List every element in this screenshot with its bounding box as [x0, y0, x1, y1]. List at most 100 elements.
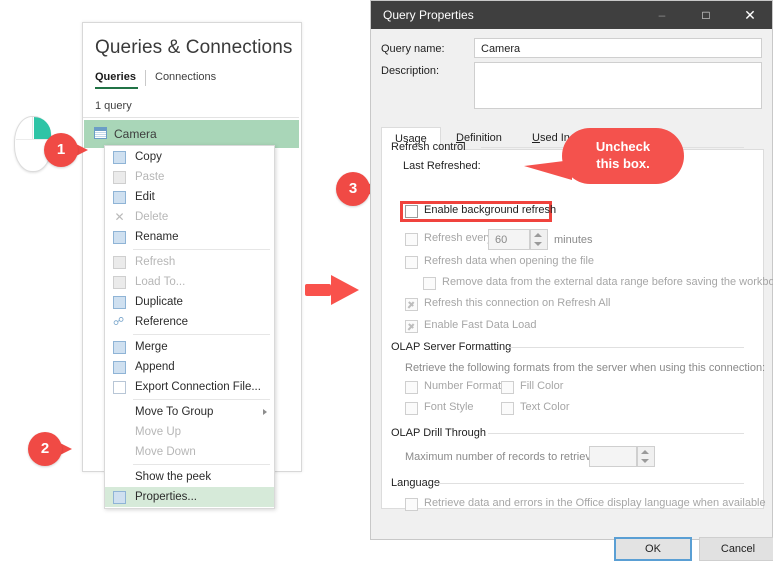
menu-item-delete: ✕ Delete [105, 207, 274, 227]
group-rule [488, 433, 744, 434]
text-color-label: Text Color [520, 401, 570, 413]
menu-separator [133, 249, 270, 250]
step-marker-2: 2 [28, 432, 72, 466]
menu-item-export-connection-file[interactable]: Export Connection File... [105, 377, 274, 397]
stepper-up-icon[interactable] [534, 233, 542, 237]
query-context-menu: Copy Paste Edit ✕ Delete Rename Refresh … [104, 145, 275, 509]
rename-icon [113, 231, 126, 244]
group-rule [508, 347, 744, 348]
tab-queries[interactable]: Queries [95, 71, 136, 83]
mouse-button-divider [32, 117, 33, 139]
query-name-input[interactable]: Camera [474, 38, 762, 58]
refresh-all-checkbox [405, 298, 418, 311]
fill-color-checkbox [501, 381, 514, 394]
text-color-checkbox [501, 402, 514, 415]
menu-item-label: Export Connection File... [135, 381, 261, 393]
menu-item-move-up: Move Up [105, 422, 274, 442]
menu-separator [133, 399, 270, 400]
menu-item-edit[interactable]: Edit [105, 187, 274, 207]
refresh-on-open-label: Refresh data when opening the file [424, 255, 595, 267]
dialog-title: Query Properties [383, 8, 474, 22]
merge-icon [113, 341, 126, 354]
step-number: 2 [40, 440, 50, 457]
fast-data-load-checkbox [405, 320, 418, 333]
red-right-arrow-icon [305, 275, 367, 305]
query-properties-dialog: Query Properties – □ ✕ Query name: Camer… [370, 0, 773, 561]
menu-item-append[interactable]: Append [105, 357, 274, 377]
close-button[interactable]: ✕ [728, 1, 772, 29]
menu-item-label: Refresh [135, 256, 176, 268]
menu-item-label: Rename [135, 231, 179, 243]
menu-separator [133, 464, 270, 465]
paste-icon [113, 171, 126, 184]
refresh-every-checkbox [405, 233, 418, 246]
refresh-interval-stepper[interactable] [530, 229, 548, 250]
delete-x-icon: ✕ [114, 210, 125, 224]
menu-separator [133, 334, 270, 335]
menu-item-label: Load To... [135, 276, 186, 288]
page-title: Queries & Connections [95, 37, 293, 58]
menu-item-label: Duplicate [135, 296, 183, 308]
refresh-interval-value: 60 [495, 234, 508, 246]
refresh-all-label: Refresh this connection on Refresh All [424, 297, 611, 309]
max-records-input[interactable] [589, 446, 637, 467]
menu-item-copy[interactable]: Copy [105, 147, 274, 167]
refresh-on-open-checkbox [405, 256, 418, 269]
dialog-body: Query name: Camera Description: Usage De… [371, 29, 773, 561]
max-records-stepper[interactable] [637, 446, 655, 467]
refresh-control-group-label: Refresh control [391, 141, 466, 153]
append-icon [113, 361, 126, 374]
ok-button[interactable]: OK [614, 537, 692, 561]
minimize-button: – [640, 1, 684, 29]
cancel-button[interactable]: Cancel [699, 537, 773, 561]
olap-formatting-description: Retrieve the following formats from the … [405, 362, 766, 374]
menu-item-rename[interactable]: Rename [105, 227, 274, 247]
duplicate-icon [113, 296, 126, 309]
enable-background-refresh-label: Enable background refresh [424, 204, 557, 216]
tab-connections[interactable]: Connections [155, 71, 216, 83]
step-number: 3 [348, 180, 358, 197]
stepper-down-icon[interactable] [641, 459, 649, 463]
olap-drill-group-label: OLAP Drill Through [391, 427, 486, 439]
menu-item-label: Delete [135, 211, 169, 223]
dialog-title-bar: Query Properties – □ ✕ [371, 1, 772, 29]
query-name-value: Camera [481, 43, 521, 55]
table-icon [94, 127, 107, 139]
menu-item-properties[interactable]: Properties... [105, 487, 274, 507]
menu-item-label: Move To Group [135, 406, 214, 418]
minimize-icon: – [658, 8, 666, 22]
fast-data-load-label: Enable Fast Data Load [424, 319, 537, 331]
fill-color-label: Fill Color [520, 380, 564, 392]
edit-icon [113, 191, 126, 204]
tab-definition-label: efinition [463, 132, 502, 144]
query-name-label: Query name: [381, 43, 445, 55]
max-records-label: Maximum number of records to retrieve: [405, 451, 601, 463]
enable-background-refresh-checkbox[interactable] [405, 205, 418, 218]
group-rule [433, 483, 744, 484]
callout-line-2: this box. [596, 156, 650, 171]
reference-icon: ☍ [113, 316, 125, 328]
queries-pane-tabs: Queries Connections [95, 70, 291, 93]
menu-item-refresh: Refresh [105, 252, 274, 272]
menu-item-label: Properties... [135, 491, 197, 503]
menu-item-duplicate[interactable]: Duplicate [105, 292, 274, 312]
menu-item-show-the-peek[interactable]: Show the peek [105, 467, 274, 487]
tab-divider [145, 70, 146, 86]
close-icon: ✕ [744, 7, 756, 23]
remove-data-label: Remove data from the external data range… [442, 276, 773, 288]
font-style-label: Font Style [424, 401, 474, 413]
stepper-down-icon[interactable] [534, 242, 542, 246]
menu-item-move-to-group[interactable]: Move To Group [105, 402, 274, 422]
menu-item-merge[interactable]: Merge [105, 337, 274, 357]
pane-divider [83, 117, 299, 118]
arrow-shaft [305, 284, 331, 296]
menu-item-reference[interactable]: ☍ Reference [105, 312, 274, 332]
refresh-interval-input[interactable]: 60 [488, 229, 530, 250]
stepper-up-icon[interactable] [641, 450, 649, 454]
description-input[interactable] [474, 62, 762, 109]
camera-query-row[interactable]: Camera [84, 120, 299, 148]
menu-item-load-to: Load To... [105, 272, 274, 292]
maximize-button[interactable]: □ [684, 1, 728, 29]
tab-queries-underline [95, 87, 138, 89]
remove-data-checkbox [423, 277, 436, 290]
